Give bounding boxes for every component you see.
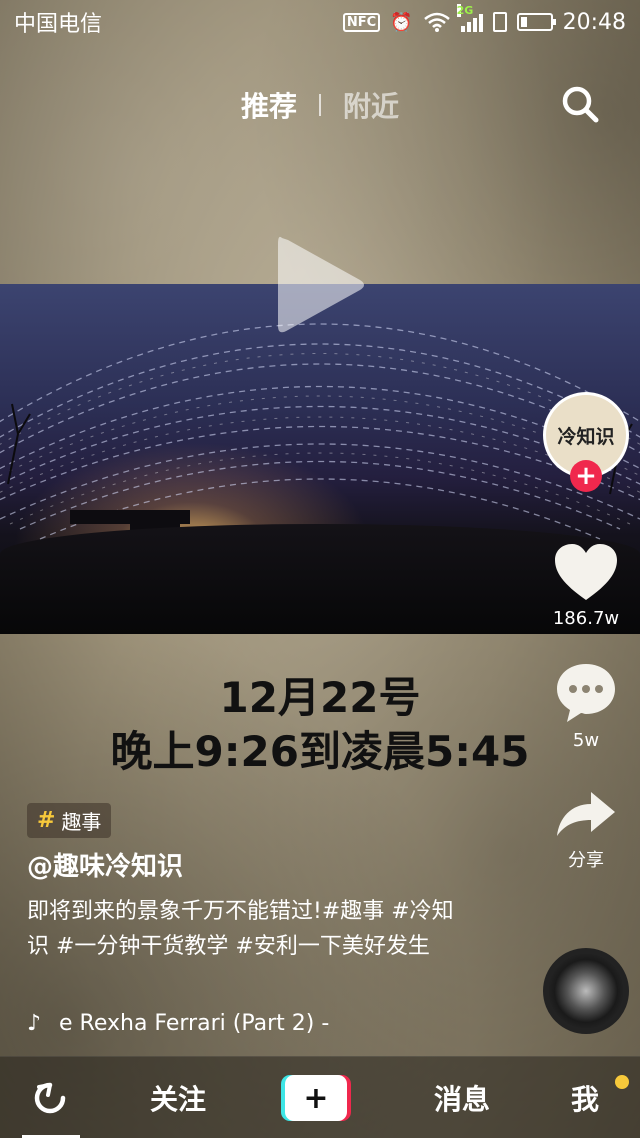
nfc-icon: NFC [342, 12, 381, 32]
avatar-text: 冷知识 [557, 425, 615, 448]
network-type-label: 2G [456, 4, 474, 17]
nav-me[interactable]: 我 [540, 1057, 630, 1138]
signal-icon: 2G [456, 4, 483, 32]
topic-tag[interactable]: # 趣事 [27, 803, 112, 838]
horizon-ground [0, 524, 640, 634]
like-count: 186.7w [552, 608, 620, 629]
like-button[interactable]: 186.7w [545, 542, 627, 629]
nav-follow[interactable]: 关注 [128, 1057, 228, 1138]
play-icon[interactable] [272, 230, 368, 340]
heart-icon [555, 544, 617, 600]
refresh-icon [34, 1082, 66, 1114]
search-icon[interactable] [560, 84, 600, 124]
tab-nearby[interactable]: 附近 [343, 85, 399, 125]
share-icon [557, 792, 615, 836]
status-icons: NFC ⏰ 2G 20:48 [342, 4, 626, 35]
status-bar: 中国电信 NFC ⏰ 2G 20:48 [0, 0, 640, 44]
nav-messages[interactable]: 消息 [412, 1057, 512, 1138]
feed-tabs: 推荐 附近 [0, 80, 640, 130]
share-label: 分享 [568, 850, 604, 871]
nav-add[interactable]: + [284, 1057, 348, 1138]
add-button[interactable]: + [285, 1075, 347, 1121]
tab-divider [319, 94, 321, 116]
notification-dot [615, 1075, 629, 1089]
comment-count: 5w [572, 730, 600, 751]
battery-icon [516, 13, 556, 31]
tab-recommend[interactable]: 推荐 [241, 85, 297, 125]
follow-plus-button[interactable]: + [570, 460, 602, 492]
clock-label: 20:48 [562, 9, 626, 35]
music-title: e Rexha Ferrari (Part 2) - [59, 1010, 330, 1036]
share-button[interactable]: 分享 [545, 790, 627, 872]
music-disc[interactable] [543, 948, 629, 1034]
hashtag-icon: # [37, 808, 56, 833]
comment-icon [557, 664, 615, 722]
video-caption-time: 晚上9:26到凌晨5:45 [110, 727, 530, 776]
music-info[interactable]: ♪ e Rexha Ferrari (Part 2) - [27, 1006, 447, 1040]
music-note-icon: ♪ [27, 1010, 42, 1036]
sim-icon [492, 12, 507, 32]
bottom-nav: 关注 + 消息 我 [0, 1056, 640, 1138]
alarm-icon: ⏰ [390, 11, 413, 33]
author-name[interactable]: @趣味冷知识 [27, 846, 183, 883]
carrier-label: 中国电信 [14, 12, 103, 37]
nav-home[interactable] [0, 1057, 100, 1138]
comment-button[interactable]: 5w [545, 660, 627, 751]
video-description: 即将到来的景象千万不能错过!#趣事 #冷知识 #一分钟干货教学 #安利一下美好发… [27, 899, 454, 959]
video-caption-date: 12月22号 [219, 673, 421, 722]
topic-tag-label: 趣事 [61, 810, 102, 834]
wifi-icon [423, 12, 450, 32]
